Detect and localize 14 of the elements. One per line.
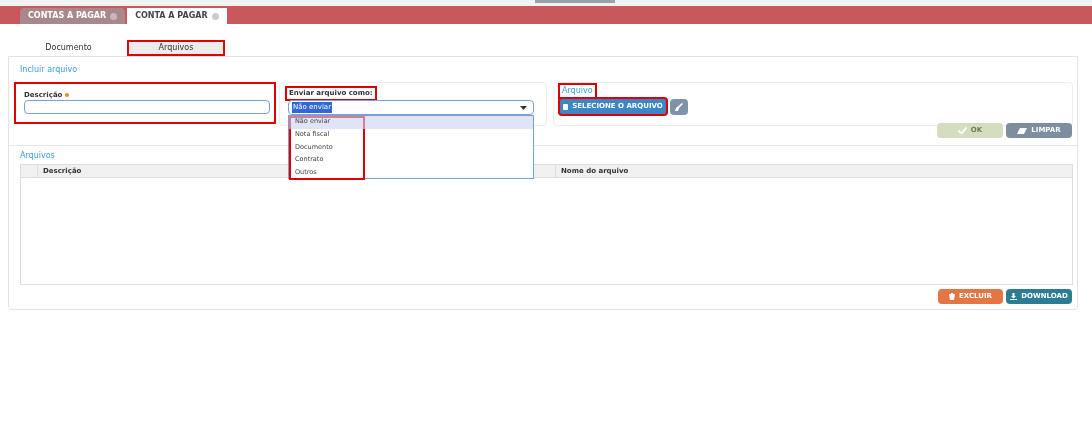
section-title: Arquivos: [20, 150, 55, 162]
clear-file-button[interactable]: [670, 99, 688, 115]
close-icon[interactable]: [110, 12, 118, 20]
trash-icon: [949, 293, 955, 300]
broom-icon: [675, 103, 683, 111]
tab[interactable]: Arquivos: [127, 40, 225, 56]
download-icon: [1010, 293, 1018, 300]
file-icon: [563, 103, 569, 110]
caret-icon: [520, 105, 527, 110]
check-icon: [957, 127, 967, 134]
description-input[interactable]: [24, 100, 270, 114]
close-icon[interactable]: [211, 12, 219, 20]
app-tab[interactable]: CONTA A PAGAR: [127, 8, 227, 24]
section-title: Incluir arquivo: [20, 64, 78, 76]
